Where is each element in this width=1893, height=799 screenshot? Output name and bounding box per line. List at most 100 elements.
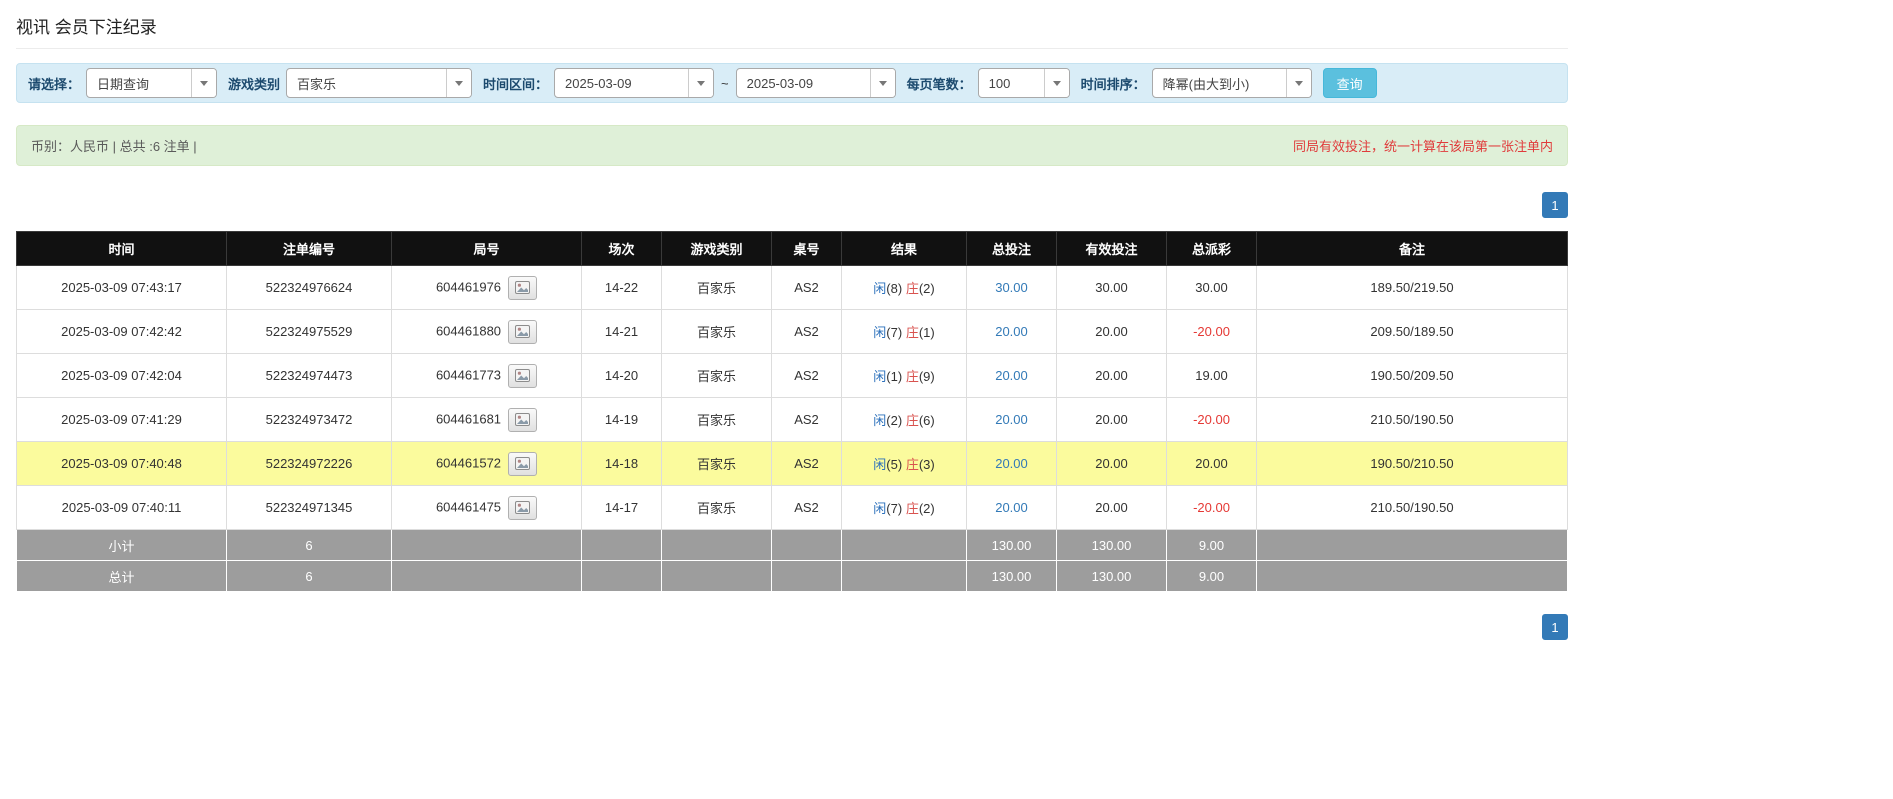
- sort-order-value: 降幂(由大到小): [1162, 76, 1250, 92]
- subtotal-valid-bet: 130.00: [1056, 529, 1167, 561]
- game-type-select[interactable]: 百家乐: [286, 68, 473, 98]
- cell-round-id: 604461976: [391, 265, 582, 310]
- round-id: 604461681: [435, 410, 502, 426]
- date-to-select[interactable]: 2025-03-09: [735, 68, 896, 98]
- cell-payout: -20.00: [1166, 397, 1257, 442]
- result-image-icon[interactable]: [508, 275, 538, 300]
- cell-game-type: 百家乐: [661, 353, 772, 398]
- cell-table-no: AS2: [771, 265, 842, 310]
- total-valid-bet: 130.00: [1056, 560, 1167, 592]
- cell-payout: -20.00: [1166, 309, 1257, 354]
- cell-note: 190.50/210.50: [1256, 441, 1568, 486]
- result-image-icon[interactable]: [508, 319, 538, 344]
- date-from-value: 2025-03-09: [565, 75, 632, 91]
- result-banker-score: (9): [918, 369, 935, 384]
- query-type-label: 请选择：: [28, 76, 81, 92]
- total-label: 总计: [16, 560, 227, 592]
- col-payout: 总派彩: [1166, 231, 1257, 266]
- cell-note: 190.50/209.50: [1256, 353, 1568, 398]
- search-button[interactable]: 查询: [1322, 68, 1377, 98]
- table-row: 2025-03-09 07:42:42 522324975529 6044618…: [16, 309, 1568, 354]
- result-banker-score: (6): [918, 413, 935, 428]
- cell-time: 2025-03-09 07:41:29: [16, 397, 227, 442]
- cell-total-bet-link[interactable]: 20.00: [966, 309, 1057, 354]
- cell-note: 189.50/219.50: [1256, 265, 1568, 310]
- pagination-bottom: 1: [16, 614, 1568, 640]
- table-header-row: 时间 注单编号 局号 场次 游戏类别 桌号 结果 总投注 有效投注 总派彩 备注: [16, 231, 1568, 266]
- round-id: 604461773: [435, 366, 502, 382]
- cell-bet-id: 522324974473: [226, 353, 392, 398]
- result-banker-score: (1): [918, 325, 935, 340]
- cell-time: 2025-03-09 07:42:04: [16, 353, 227, 398]
- result-banker: 庄: [905, 501, 919, 516]
- cell-total-bet-link[interactable]: 20.00: [966, 485, 1057, 530]
- result-image-icon[interactable]: [508, 363, 538, 388]
- date-from-select[interactable]: 2025-03-09: [554, 68, 715, 98]
- empty-cell: [1256, 560, 1568, 592]
- page-1-button[interactable]: 1: [1542, 192, 1568, 218]
- query-type-select[interactable]: 日期查询: [86, 68, 218, 98]
- cell-session: 14-22: [581, 265, 662, 310]
- per-page-select[interactable]: 100: [977, 68, 1070, 98]
- table-footer: 小计 6 130.00 130.00 9.00 总计 6 130.00 130.…: [16, 529, 1568, 592]
- cell-note: 210.50/190.50: [1256, 397, 1568, 442]
- empty-cell: [1256, 529, 1568, 561]
- cell-valid-bet: 30.00: [1056, 265, 1167, 310]
- subtotal-label: 小计: [16, 529, 227, 561]
- content-area: 视讯 会员下注纪录 请选择： 日期查询 游戏类别 百家乐 时间区间： 2025-…: [16, 0, 1568, 640]
- range-separator: ~: [721, 75, 729, 91]
- result-image-icon[interactable]: [508, 451, 538, 476]
- result-player-score: (5): [886, 457, 903, 472]
- total-count: 6: [226, 560, 392, 592]
- cell-total-bet-link[interactable]: 20.00: [966, 353, 1057, 398]
- caret-down-icon: [1043, 69, 1069, 97]
- empty-cell: [841, 529, 967, 561]
- cell-total-bet-link[interactable]: 30.00: [966, 265, 1057, 310]
- cell-table-no: AS2: [771, 441, 842, 486]
- cell-round-id: 604461773: [391, 353, 582, 398]
- per-page-value: 100: [988, 75, 1011, 91]
- col-note: 备注: [1256, 231, 1568, 266]
- empty-cell: [581, 529, 662, 561]
- currency-total-text: 币别：人民币 | 总共 :6 注单 |: [31, 139, 197, 154]
- cell-session: 14-18: [581, 441, 662, 486]
- pagination-top: 1: [16, 192, 1568, 218]
- caret-down-icon: [1285, 69, 1311, 97]
- page-1-button[interactable]: 1: [1542, 614, 1568, 640]
- result-player: 闲: [873, 369, 887, 384]
- col-result: 结果: [841, 231, 967, 266]
- cell-valid-bet: 20.00: [1056, 309, 1167, 354]
- cell-bet-id: 522324975529: [226, 309, 392, 354]
- time-range-label: 时间区间：: [483, 76, 549, 92]
- col-total-bet: 总投注: [966, 231, 1057, 266]
- cell-bet-id: 522324976624: [226, 265, 392, 310]
- cell-time: 2025-03-09 07:40:48: [16, 441, 227, 486]
- cell-payout: 20.00: [1166, 441, 1257, 486]
- cell-round-id: 604461475: [391, 485, 582, 530]
- cell-total-bet-link[interactable]: 20.00: [966, 441, 1057, 486]
- result-image-icon[interactable]: [508, 495, 538, 520]
- result-player: 闲: [873, 325, 887, 340]
- result-image-icon[interactable]: [508, 407, 538, 432]
- cell-total-bet-link[interactable]: 20.00: [966, 397, 1057, 442]
- cell-result: 闲(1) 庄(9): [841, 353, 967, 398]
- result-player: 闲: [873, 413, 887, 428]
- cell-bet-id: 522324971345: [226, 485, 392, 530]
- subtotal-payout: 9.00: [1166, 529, 1257, 561]
- sort-order-select[interactable]: 降幂(由大到小): [1151, 68, 1312, 98]
- cell-bet-id: 522324972226: [226, 441, 392, 486]
- cell-table-no: AS2: [771, 353, 842, 398]
- table-body: 2025-03-09 07:43:17 522324976624 6044619…: [16, 265, 1568, 530]
- result-player: 闲: [873, 501, 887, 516]
- result-player-score: (2): [886, 413, 903, 428]
- subtotal-total-bet: 130.00: [966, 529, 1057, 561]
- table-row: 2025-03-09 07:41:29 522324973472 6044616…: [16, 397, 1568, 442]
- round-id: 604461475: [435, 498, 502, 514]
- result-player-score: (7): [886, 325, 903, 340]
- result-banker: 庄: [905, 413, 919, 428]
- cell-round-id: 604461681: [391, 397, 582, 442]
- col-session: 场次: [581, 231, 662, 266]
- round-id: 604461976: [435, 278, 502, 294]
- table-row: 2025-03-09 07:42:04 522324974473 6044617…: [16, 353, 1568, 398]
- cell-time: 2025-03-09 07:43:17: [16, 265, 227, 310]
